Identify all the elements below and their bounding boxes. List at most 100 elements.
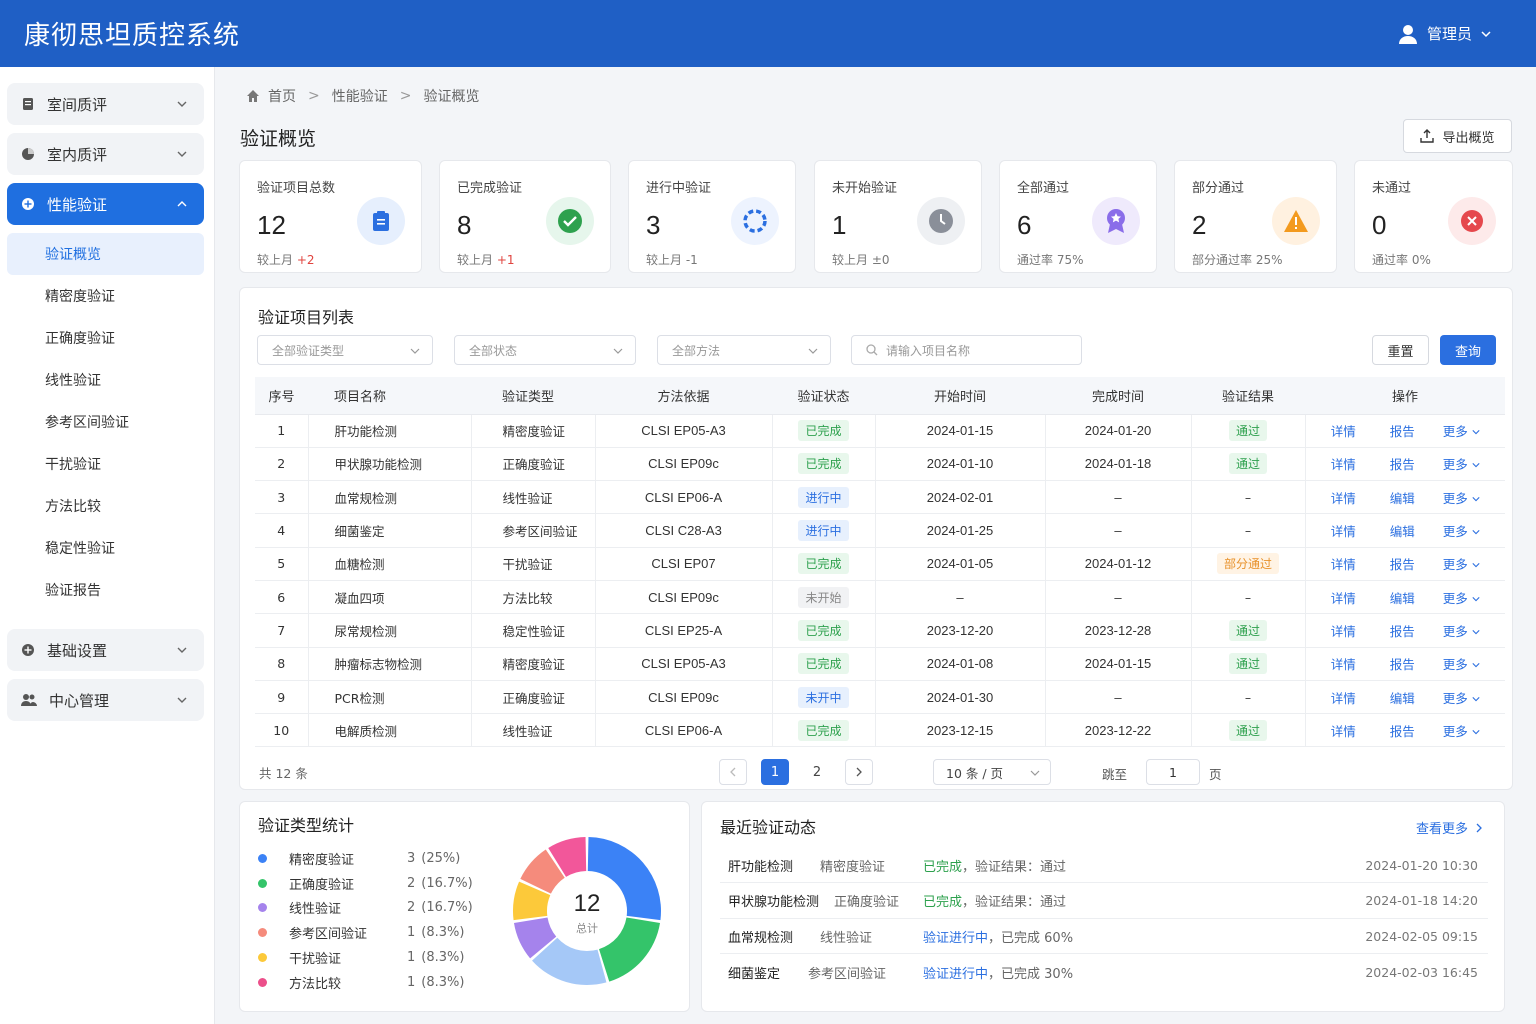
row-action-link[interactable]: 报告 [1390,424,1415,439]
more-dropdown[interactable]: 更多 [1443,524,1480,539]
more-dropdown[interactable]: 更多 [1443,724,1480,739]
legend-dot [258,928,267,938]
chevron-down-icon [1030,770,1040,776]
chevron-down-icon [177,151,187,157]
stat-sub-value: 0% [1411,253,1431,267]
row-action-link[interactable]: 编辑 [1390,524,1415,539]
type-select[interactable]: 全部验证类型 [257,335,433,365]
cell-type: 干扰验证 [470,547,595,581]
reset-button[interactable]: 重置 [1372,335,1429,365]
sidebar-group-performance[interactable]: 性能验证 [7,183,204,225]
next-page-button[interactable] [845,759,873,785]
view-more-link[interactable]: 查看更多 [1416,818,1484,837]
recent-item[interactable]: 甲状腺功能检测 正确度验证 已完成 ，验证结果：通过 2024-01-18 14:… [720,884,1488,919]
page-size-value: 10 条 / 页 [946,765,1004,781]
sidebar-item-trueness[interactable]: 正确度验证 [7,317,204,359]
sidebar-item-linearity[interactable]: 线性验证 [7,359,204,401]
more-dropdown[interactable]: 更多 [1443,591,1480,606]
detail-link[interactable]: 详情 [1331,724,1356,739]
stat-label: 已完成验证 [457,181,523,196]
status-badge: 未开中 [798,686,849,708]
row-action-link[interactable]: 报告 [1390,657,1415,672]
detail-link[interactable]: 详情 [1331,691,1356,706]
sidebar-group-label: 中心管理 [49,691,110,710]
sidebar-item-stability[interactable]: 稳定性验证 [7,527,204,569]
detail-link[interactable]: 详情 [1331,524,1356,539]
page-2-button[interactable]: 2 [803,759,831,785]
more-dropdown[interactable]: 更多 [1443,557,1480,572]
user-menu[interactable]: 管理员 [1397,23,1492,45]
sidebar-item-interference[interactable]: 干扰验证 [7,443,204,485]
query-button[interactable]: 查询 [1440,335,1496,365]
detail-link[interactable]: 详情 [1331,424,1356,439]
more-dropdown[interactable]: 更多 [1443,491,1480,506]
row-action-link[interactable]: 编辑 [1390,691,1415,706]
status-badge: 已完成 [798,553,849,575]
upload-icon [1420,129,1435,143]
breadcrumb-level1[interactable]: 性能验证 [332,86,388,106]
page-title: 验证概览 [240,128,317,150]
legend-item: 方法比较 1 (8.3%) [258,973,464,992]
col-header: 开始时间 [875,377,1045,415]
detail-link[interactable]: 详情 [1331,657,1356,672]
sidebar-item-overview[interactable]: 验证概览 [7,233,204,275]
detail-link[interactable]: 详情 [1331,457,1356,472]
row-action-link[interactable]: 编辑 [1390,591,1415,606]
detail-link[interactable]: 详情 [1331,591,1356,606]
sidebar-item-precision[interactable]: 精密度验证 [7,275,204,317]
prev-page-button[interactable] [719,759,747,785]
search-input[interactable]: 请输入项目名称 [851,335,1082,365]
sidebar-group-settings[interactable]: 基础设置 [7,629,204,671]
recent-item-time: 2024-02-05 09:15 [1365,928,1478,944]
legend-pct: (16.7%) [421,900,473,916]
sidebar-item-reference-range[interactable]: 参考区间验证 [7,401,204,443]
main-content: 首页 > 性能验证 > 验证概览 验证概览 导出概览 验证项目总数 12 较上月… [216,67,1536,1024]
row-action-link[interactable]: 报告 [1390,724,1415,739]
sidebar-group-center[interactable]: 中心管理 [7,679,204,721]
type-stats-title: 验证类型统计 [258,816,355,835]
chevron-down-icon [1472,596,1480,602]
more-dropdown[interactable]: 更多 [1443,657,1480,672]
row-action-link[interactable]: 报告 [1390,457,1415,472]
cell-no: 1 [255,414,308,448]
more-dropdown[interactable]: 更多 [1443,691,1480,706]
recent-item[interactable]: 细菌鉴定 参考区间验证 验证进行中 ，已完成 30% 2024-02-03 16:… [720,955,1488,990]
cell-name: 血糖检测 [307,547,471,581]
row-action-link[interactable]: 报告 [1390,557,1415,572]
page-1-button[interactable]: 1 [761,759,789,785]
more-dropdown[interactable]: 更多 [1443,457,1480,472]
recent-item-status: 验证进行中 [923,930,989,946]
row-action-link[interactable]: 编辑 [1390,491,1415,506]
row-action-link[interactable]: 报告 [1390,624,1415,639]
table-row: 9 PCR检测 正确度验证 CLSI EP09c 未开中 2024-01-30 … [255,680,1505,715]
cell-method: CLSI EP07 [594,547,772,581]
more-dropdown[interactable]: 更多 [1443,624,1480,639]
stat-sub: 较上月 +1 [457,251,593,268]
more-label: 更多 [1442,590,1468,606]
cell-end: 2023-12-22 [1044,713,1191,748]
sidebar-group-eqa[interactable]: 室间质评 [7,83,204,125]
export-button[interactable]: 导出概览 [1403,119,1512,153]
cell-no: 7 [255,613,308,648]
detail-link[interactable]: 详情 [1331,624,1356,639]
method-select[interactable]: 全部方法 [657,335,831,365]
stat-label: 全部通过 [1017,181,1070,196]
recent-item[interactable]: 血常规检测 线性验证 验证进行中 ，已完成 60% 2024-02-05 09:1… [720,919,1488,955]
stat-sub-prefix: 较上月 [646,253,683,267]
recent-item[interactable]: 肝功能检测 精密度验证 已完成 ，验证结果：通过 2024-01-20 10:30 [720,848,1488,883]
breadcrumb-home[interactable]: 首页 [268,86,296,106]
status-select[interactable]: 全部状态 [454,335,636,365]
chevron-left-icon [730,767,736,777]
sidebar-group-iqc[interactable]: 室内质评 [7,133,204,175]
detail-link[interactable]: 详情 [1331,557,1356,572]
status-select-value: 全部状态 [469,343,518,358]
table-row: 4 细菌鉴定 参考区间验证 CLSI C28-A3 进行中 2024-01-25… [255,513,1505,548]
legend-name: 干扰验证 [289,951,342,967]
more-dropdown[interactable]: 更多 [1443,424,1480,439]
cell-result: 通过 [1190,713,1305,748]
page-size-select[interactable]: 10 条 / 页 [933,759,1051,785]
detail-link[interactable]: 详情 [1331,491,1356,506]
jump-page-input[interactable]: 1 [1146,759,1200,785]
sidebar-item-method-compare[interactable]: 方法比较 [7,485,204,527]
sidebar-item-report[interactable]: 验证报告 [7,569,204,611]
